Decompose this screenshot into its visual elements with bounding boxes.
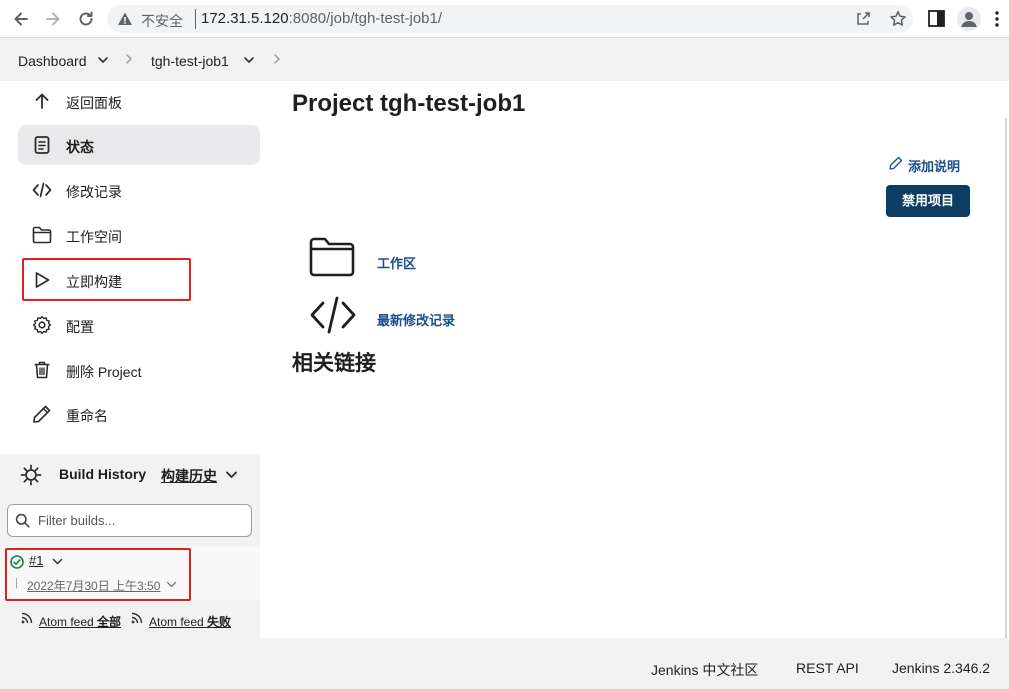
disable-project-button[interactable]: 禁用项目 [886,185,970,217]
url-text[interactable]: 172.31.5.120:8080/job/tgh-test-job1/ [201,10,442,27]
atom-feed-all-link[interactable]: Atom feed 全部 [39,613,121,630]
breadcrumb-job[interactable]: tgh-test-job1 [151,53,229,69]
gear-icon [32,315,52,335]
warning-icon[interactable] [117,11,133,27]
sidebar-item-status[interactable]: 状态 [18,125,260,165]
reload-icon[interactable] [76,9,96,29]
browser-toolbar: 不安全 172.31.5.120:8080/job/tgh-test-job1/ [0,0,1009,38]
url-host: 172.31.5.120 [201,10,289,27]
chevron-right-icon [271,53,283,65]
address-bar[interactable]: 不安全 172.31.5.120:8080/job/tgh-test-job1/ [107,5,913,33]
atom-feed-label: 全部 [97,615,122,629]
kebab-menu-icon[interactable] [993,10,1001,28]
chevron-down-icon[interactable] [97,54,109,66]
sidebar-item-label: 重命名 [66,408,108,424]
sidebar-item-label: 返回面板 [66,95,122,111]
related-links-heading: 相关链接 [292,352,376,375]
back-arrow-icon[interactable] [11,9,31,29]
page-title: Project tgh-test-job1 [292,90,526,117]
atom-feed-prefix: Atom feed [149,615,204,629]
build-history-trend-link[interactable]: 构建历史 [161,466,217,486]
trash-icon [32,360,52,380]
pencil-icon [889,156,903,170]
rss-feed-icon [21,612,33,624]
sidebar-item-back-to-dashboard[interactable]: 返回面板 [18,81,260,121]
sidebar-item-changes[interactable]: 修改记录 [18,170,260,210]
folder-icon[interactable] [309,237,357,277]
atom-feed-label: 失败 [207,615,232,629]
build-history-header: Build History 构建历史 [0,454,260,494]
atom-feed-prefix: Atom feed [39,615,94,629]
footer-community-link[interactable]: Jenkins 中文社区 [651,660,758,680]
sidebar-item-label: 工作空间 [66,229,122,245]
workspace-link[interactable]: 工作区 [377,253,416,272]
bookmark-star-icon[interactable] [889,10,907,28]
footer-version-link[interactable]: Jenkins 2.346.2 [892,660,990,676]
url-separator [195,9,196,29]
url-path: :8080/job/tgh-test-job1/ [288,10,443,27]
highlight-box-build-now [22,258,191,301]
sidebar-item-rename[interactable]: 重命名 [18,394,260,434]
filter-builds-field[interactable] [38,511,238,529]
sidebar-item-delete-project[interactable]: 删除 Project [18,350,260,390]
sidebar-item-workspace[interactable]: 工作空间 [18,215,260,255]
latest-changes-link[interactable]: 最新修改记录 [377,310,455,329]
chevron-right-icon [123,53,135,65]
sidebar-item-configure[interactable]: 配置 [18,305,260,345]
build-history-title: Build History [59,466,147,482]
scrollbar[interactable] [1005,118,1007,638]
share-icon[interactable] [855,11,871,27]
pencil-icon [32,404,52,424]
chevron-down-icon[interactable] [225,468,238,481]
side-panel-icon[interactable] [928,10,945,27]
breadcrumb-dashboard[interactable]: Dashboard [18,53,87,69]
build-history-sun-icon [20,464,42,486]
document-icon [32,135,52,155]
code-icon[interactable] [309,295,357,335]
footer: Jenkins 中文社区 REST API Jenkins 2.346.2 [0,638,1009,689]
filter-builds-input[interactable] [7,504,252,537]
rss-feed-icon [131,612,143,624]
folder-icon [32,225,52,245]
arrow-up-icon [32,91,52,111]
sidebar-item-label: 删除 Project [66,364,142,380]
code-icon [32,180,52,200]
add-description-label: 添加说明 [908,159,961,174]
footer-rest-api-link[interactable]: REST API [796,660,859,676]
highlight-box-build-1 [5,548,191,601]
breadcrumb: Dashboard tgh-test-job1 [0,38,1009,81]
chevron-down-icon[interactable] [243,54,255,66]
atom-feed-failed-link[interactable]: Atom feed 失败 [149,613,231,630]
sidebar-item-label: 状态 [66,139,94,155]
sidebar-item-label: 配置 [66,319,94,335]
sidebar-item-label: 修改记录 [66,184,122,200]
search-icon [15,513,30,528]
profile-avatar-icon[interactable] [957,7,981,31]
insecure-label[interactable]: 不安全 [141,11,183,31]
forward-arrow-icon[interactable] [43,9,63,29]
